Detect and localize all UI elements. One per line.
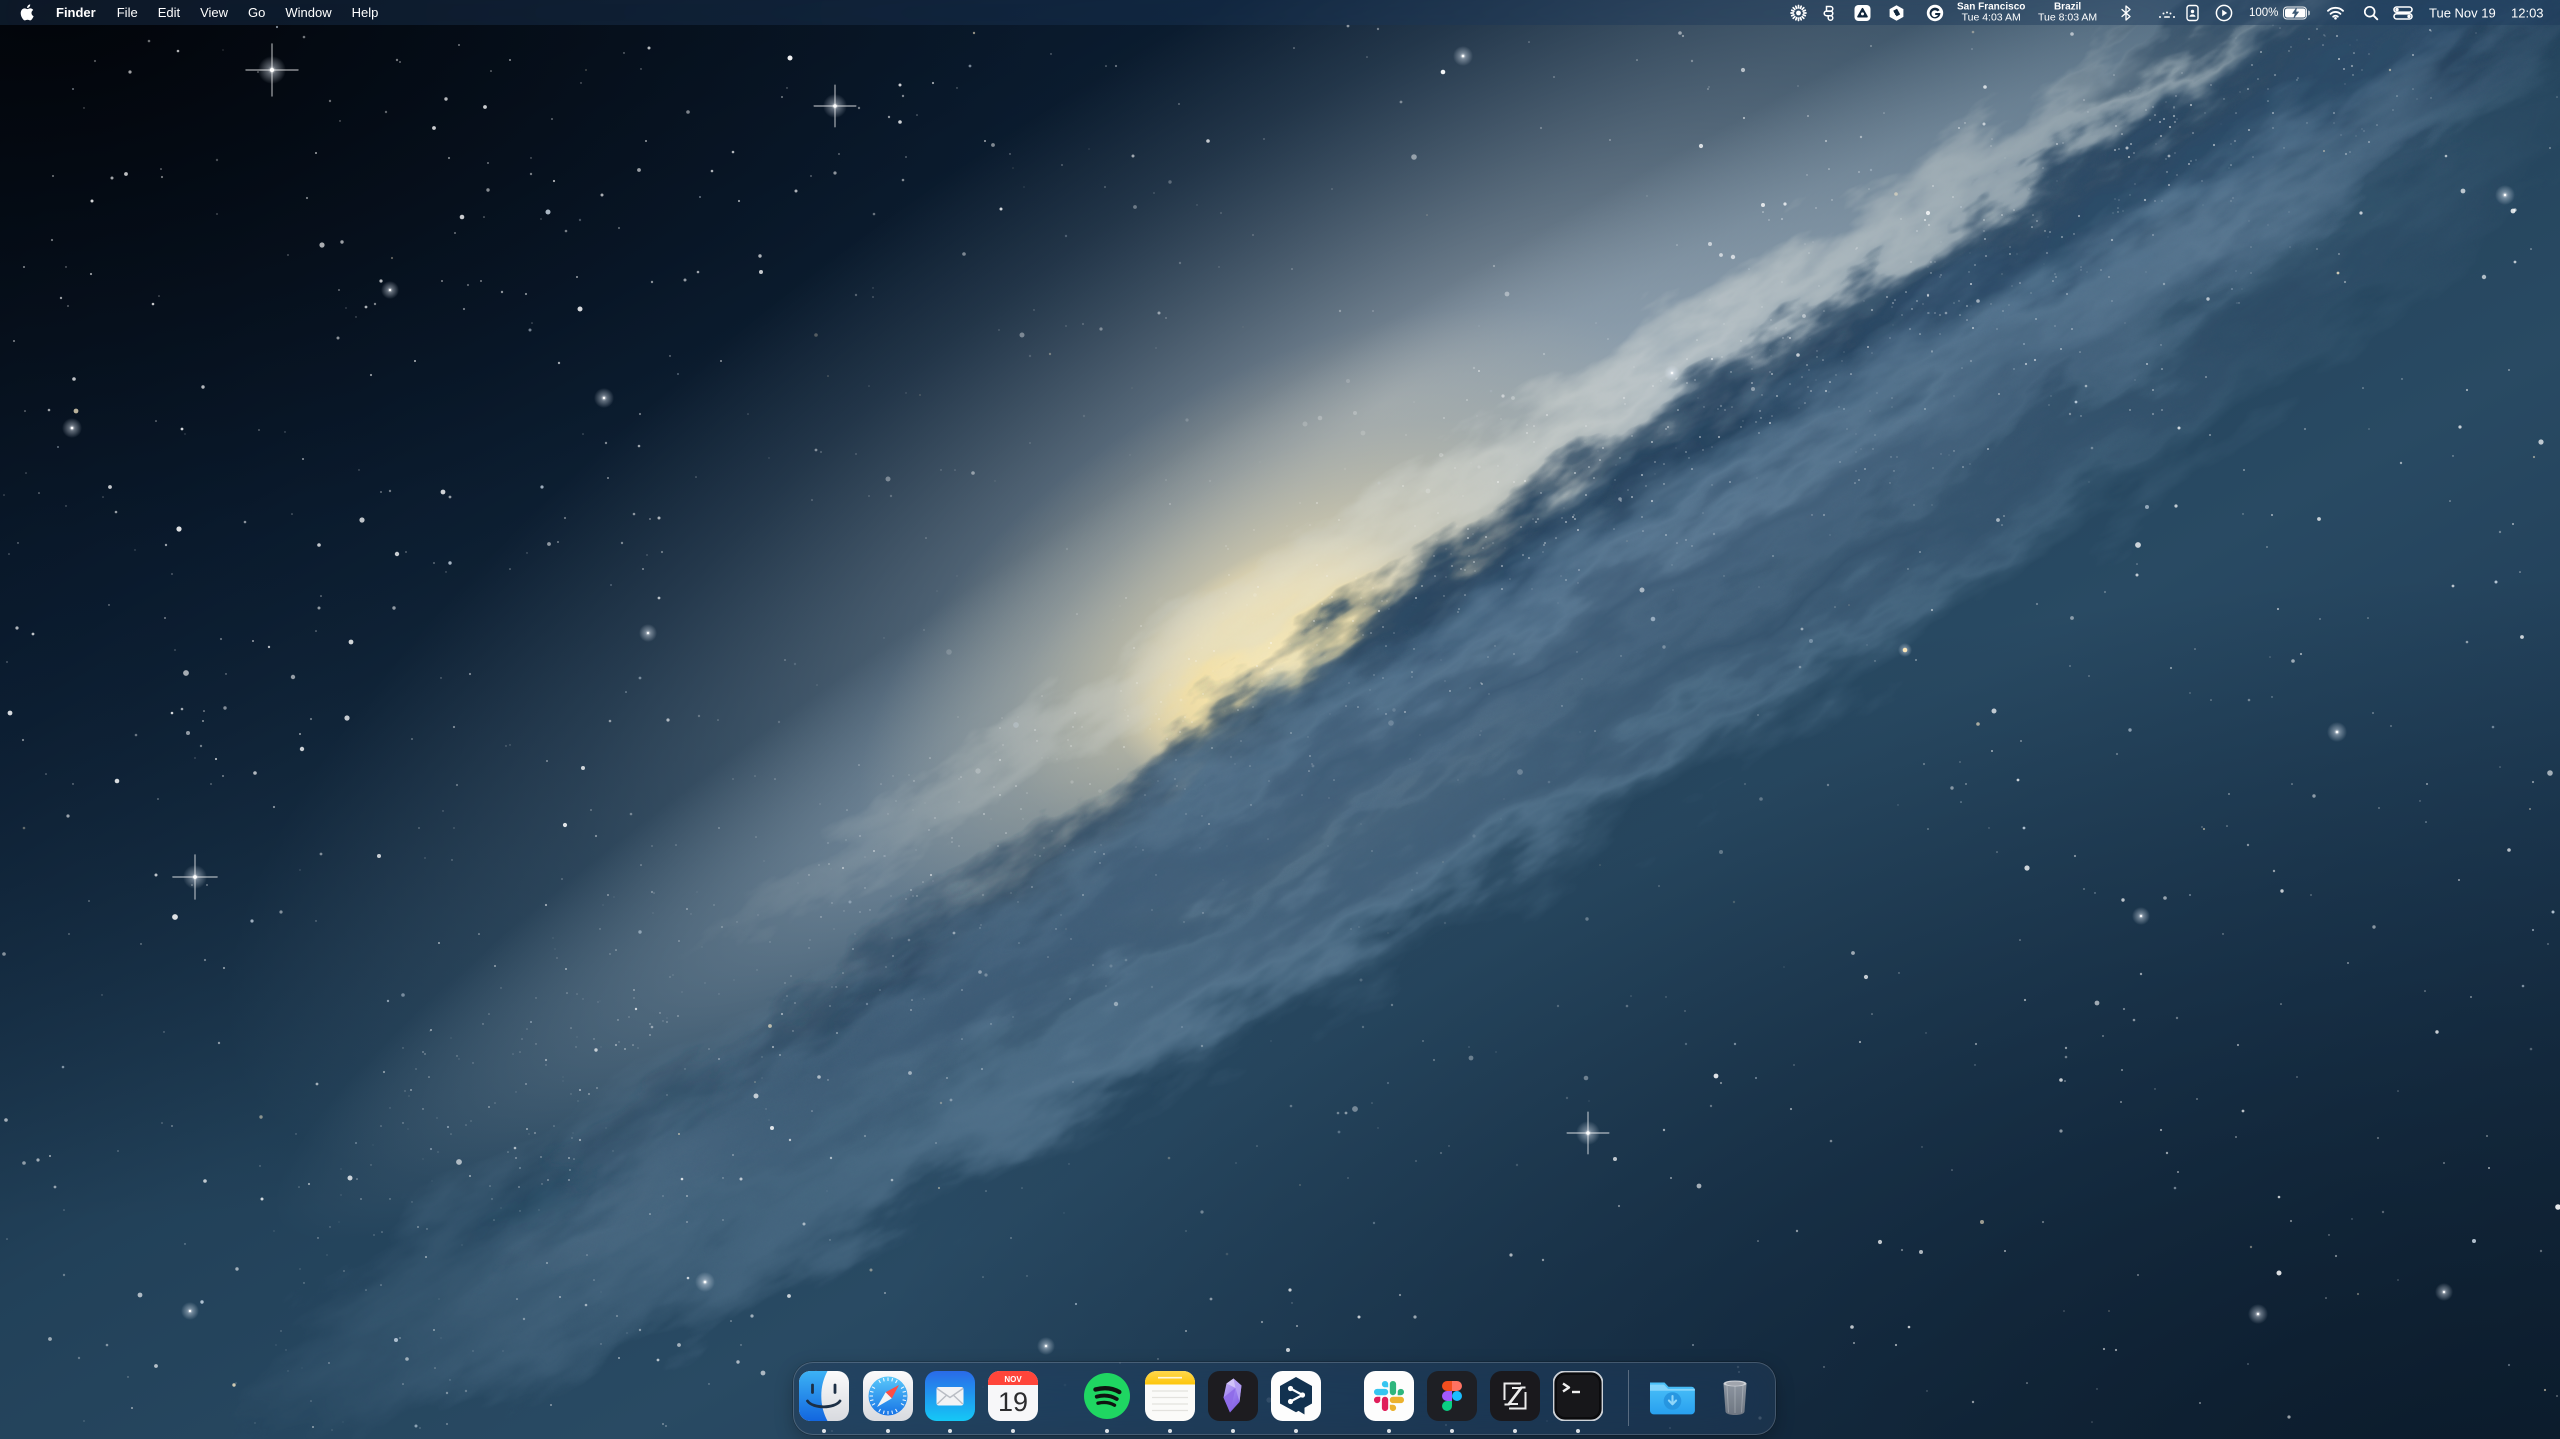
svg-text:19: 19 bbox=[998, 1387, 1028, 1417]
svg-text:NOV: NOV bbox=[1004, 1375, 1022, 1384]
